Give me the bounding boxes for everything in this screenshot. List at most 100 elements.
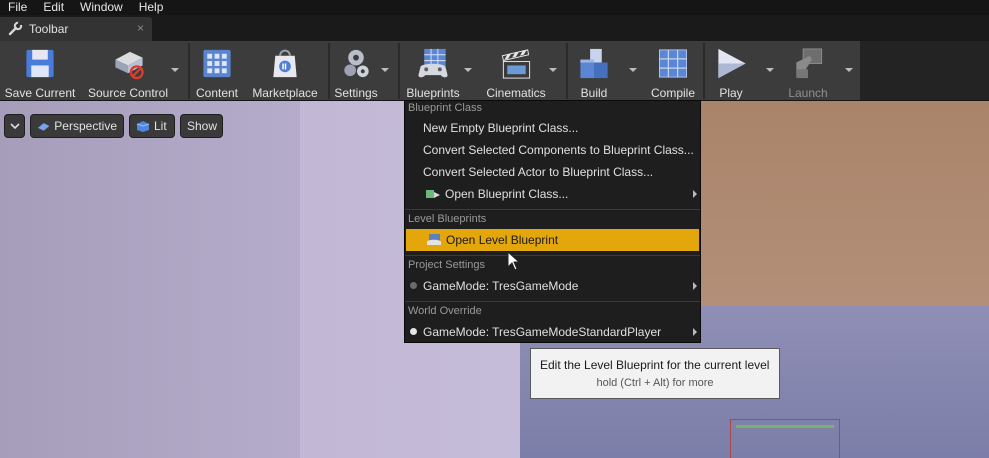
tooltip-hint: hold (Ctrl + Alt) for more — [596, 377, 714, 389]
menu-bar: File Edit Window Help — [0, 0, 989, 15]
compile-button[interactable]: Compile — [646, 41, 700, 100]
blueprints-icon — [418, 48, 448, 78]
menu-item-label: Convert Selected Components to Blueprint… — [423, 143, 694, 157]
menu-section-project-settings: Project Settings — [408, 259, 486, 271]
tab-title: Toolbar — [29, 22, 69, 36]
toolbar-empty-area — [860, 41, 989, 100]
toolbar-separator — [328, 43, 330, 99]
menu-item-gamemode-project[interactable]: GameMode: TresGameMode — [405, 275, 700, 297]
tab-strip: Toolbar × — [0, 15, 989, 41]
toolbar-separator — [398, 43, 400, 99]
menu-item-label: Open Blueprint Class... — [445, 187, 569, 201]
viewport-actor-highlight — [736, 425, 834, 428]
cinematics-label: Cinematics — [486, 86, 546, 100]
menu-window[interactable]: Window — [72, 0, 131, 15]
show-button[interactable]: Show — [180, 114, 223, 138]
toolbar-separator — [566, 43, 568, 99]
source-control-button[interactable]: Source Control — [84, 41, 172, 100]
save-icon — [26, 49, 54, 78]
viewport-wall-left — [0, 101, 300, 458]
menu-item-label: GameMode: TresGameMode — [423, 279, 579, 293]
perspective-label: Perspective — [54, 119, 117, 133]
marketplace-button[interactable]: Marketplace — [250, 41, 320, 100]
menu-edit[interactable]: Edit — [35, 0, 72, 15]
submenu-arrow-icon — [693, 190, 697, 198]
toolbar-separator — [188, 43, 190, 99]
menu-item-label: Convert Selected Actor to Blueprint Clas… — [423, 165, 654, 179]
compile-icon — [659, 49, 687, 78]
content-icon — [203, 49, 231, 78]
perspective-icon — [37, 123, 50, 131]
blueprints-label: Blueprints — [406, 86, 460, 100]
tooltip-title: Edit the Level Blueprint for the current… — [540, 358, 770, 372]
launch-label: Launch — [788, 86, 828, 100]
viewport-options-button[interactable] — [4, 114, 25, 138]
menu-item-gamemode-world-override[interactable]: GameMode: TresGameModeStandardPlayer — [405, 321, 700, 343]
menu-divider — [405, 301, 700, 302]
blueprint-class-icon — [426, 190, 440, 198]
play-label: Play — [719, 86, 743, 100]
menu-divider — [405, 255, 700, 256]
settings-dropdown-icon[interactable] — [380, 65, 390, 75]
tab-close-icon[interactable]: × — [137, 21, 144, 35]
blueprints-dropdown-icon[interactable] — [463, 65, 473, 75]
build-button[interactable]: Build — [572, 41, 616, 100]
source-control-icon — [115, 51, 144, 80]
submenu-arrow-icon — [693, 282, 697, 290]
viewport-wall-right — [700, 101, 989, 306]
tab-toolbar[interactable]: Toolbar × — [0, 17, 152, 41]
save-current-label: Save Current — [4, 86, 76, 100]
content-button[interactable]: Content — [193, 41, 241, 100]
settings-icon — [344, 49, 369, 78]
lit-button[interactable]: Lit — [129, 114, 175, 138]
menu-item-open-blueprint-class[interactable]: Open Blueprint Class... — [405, 183, 700, 205]
menu-item-label: Open Level Blueprint — [446, 233, 559, 247]
build-dropdown-icon[interactable] — [628, 65, 638, 75]
perspective-button[interactable]: Perspective — [30, 114, 124, 138]
white-bullet-icon — [410, 328, 417, 335]
menu-item-label: GameMode: TresGameModeStandardPlayer — [423, 325, 662, 339]
menu-item-label: New Empty Blueprint Class... — [423, 121, 579, 135]
menu-section-world-override: World Override — [408, 305, 482, 317]
main-toolbar: Save Current Source Control Content Mark… — [0, 41, 860, 100]
play-icon — [718, 48, 746, 79]
build-label: Build — [580, 86, 608, 100]
source-control-dropdown-icon[interactable] — [170, 65, 180, 75]
lit-cube-icon — [136, 121, 150, 132]
menu-file[interactable]: File — [0, 0, 35, 15]
settings-label: Settings — [334, 86, 378, 100]
menu-item-new-empty-blueprint-class[interactable]: New Empty Blueprint Class... — [405, 117, 700, 139]
launch-icon — [796, 48, 823, 79]
menu-item-convert-actor[interactable]: Convert Selected Actor to Blueprint Clas… — [405, 161, 700, 183]
menu-help[interactable]: Help — [131, 0, 172, 15]
level-blueprint-icon — [427, 234, 441, 245]
compile-label: Compile — [650, 86, 695, 100]
show-label: Show — [187, 119, 218, 133]
settings-button[interactable]: Settings — [332, 41, 380, 100]
blueprints-dropdown-menu: Blueprint Class New Empty Blueprint Clas… — [404, 100, 701, 343]
menu-item-convert-components[interactable]: Convert Selected Components to Blueprint… — [405, 139, 700, 161]
cinematics-icon — [501, 49, 531, 79]
tooltip: Edit the Level Blueprint for the current… — [530, 348, 780, 399]
save-current-button[interactable]: Save Current — [4, 41, 76, 100]
play-button[interactable]: Play — [708, 41, 754, 100]
chevron-down-icon — [9, 123, 20, 130]
launch-button[interactable]: Launch — [782, 41, 834, 100]
source-control-label: Source Control — [87, 86, 169, 100]
menu-item-open-level-blueprint[interactable]: Open Level Blueprint — [406, 229, 699, 251]
launch-dropdown-icon[interactable] — [844, 65, 854, 75]
play-dropdown-icon[interactable] — [765, 65, 775, 75]
menu-section-blueprint-class: Blueprint Class — [408, 102, 482, 114]
build-icon — [580, 48, 608, 79]
cinematics-dropdown-icon[interactable] — [548, 65, 558, 75]
lit-label: Lit — [154, 119, 167, 133]
mouse-cursor-icon — [507, 251, 521, 271]
cinematics-button[interactable]: Cinematics — [482, 41, 550, 100]
toolbar-separator — [703, 43, 705, 99]
menu-divider — [405, 209, 700, 210]
submenu-arrow-icon — [693, 328, 697, 336]
blueprints-button[interactable]: Blueprints — [402, 41, 464, 100]
gray-bullet-icon — [410, 282, 417, 289]
marketplace-icon — [273, 49, 297, 78]
content-label: Content — [195, 86, 239, 100]
